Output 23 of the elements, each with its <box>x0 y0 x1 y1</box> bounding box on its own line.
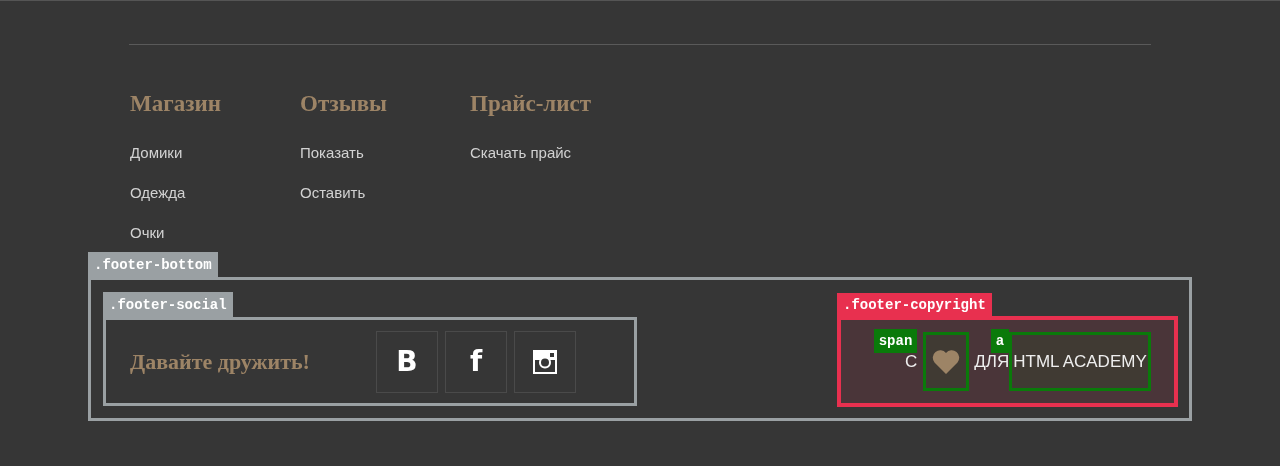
copyright-text: ДЛЯ <box>974 351 1010 372</box>
academy-link[interactable]: HTML ACADEMY <box>1009 332 1151 391</box>
social-button[interactable]: f <box>445 330 507 393</box>
footer-link[interactable]: Показать <box>300 143 364 163</box>
overlay-label: a <box>990 329 1010 353</box>
footer-link[interactable]: Оставить <box>300 183 366 203</box>
camera-icon <box>533 349 557 374</box>
overlay-label: .footer-social <box>103 292 233 319</box>
overlay-label: .footer-copyright <box>837 293 992 318</box>
footer-link[interactable]: Скачать прайс <box>470 143 572 163</box>
column-heading: Прайс-лист <box>470 92 591 116</box>
column-heading: Магазин <box>130 92 221 116</box>
social-button[interactable]: В <box>376 330 438 393</box>
copyright-text: С <box>905 351 918 372</box>
social-title: Давайте дружить! <box>130 348 311 375</box>
footer-link[interactable]: Домики <box>130 143 183 163</box>
footer-link[interactable]: Одежда <box>130 183 186 203</box>
overlay-label: .footer-bottom <box>88 252 218 279</box>
footer-link[interactable]: Очки <box>130 223 165 243</box>
column-heading: Отзывы <box>300 92 388 116</box>
heart-icon <box>932 349 961 374</box>
overlay-label: span <box>873 329 918 353</box>
social-button[interactable] <box>514 330 576 393</box>
